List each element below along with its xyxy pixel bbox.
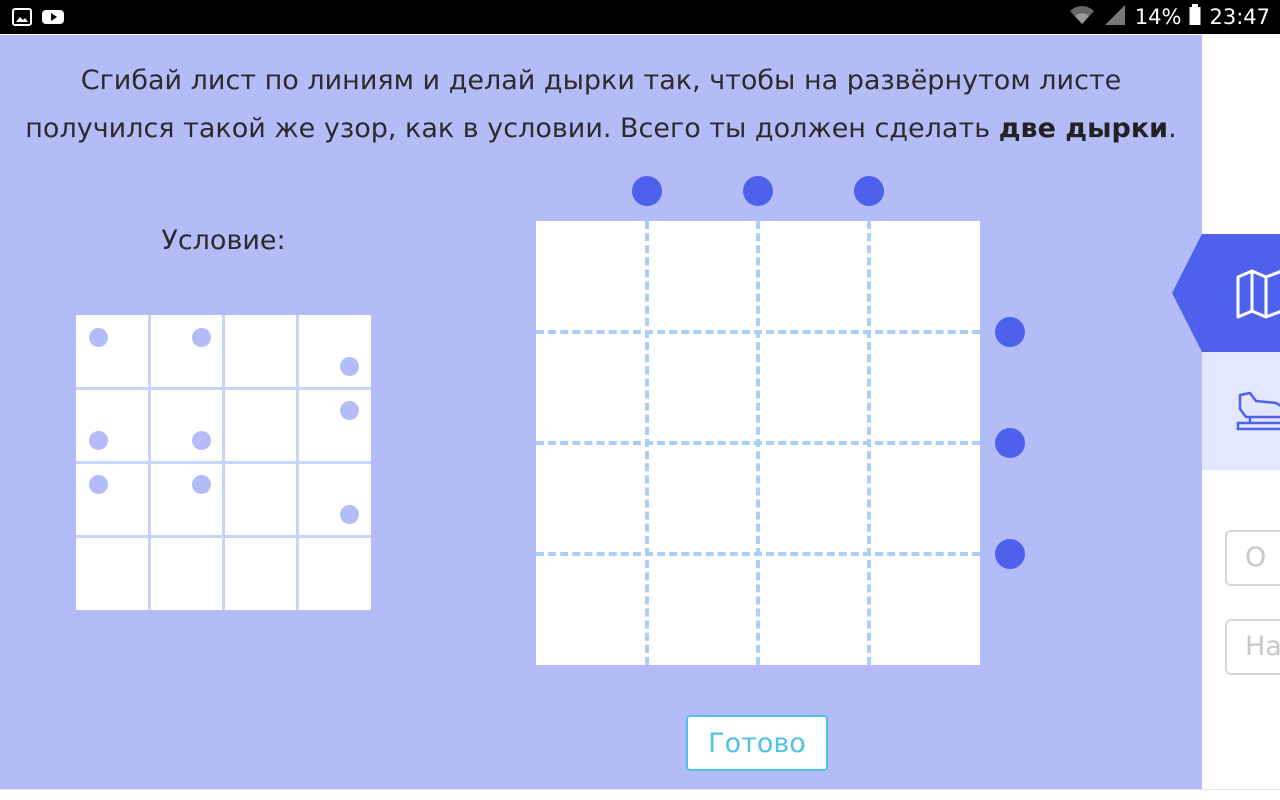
condition-hole xyxy=(339,357,359,377)
instruction-bold: две дырки xyxy=(998,113,1169,144)
condition-hole xyxy=(88,475,108,494)
condition-grid-vline xyxy=(295,315,299,610)
vertical-fold-handle[interactable] xyxy=(743,176,773,206)
map-icon xyxy=(1236,269,1280,323)
horizontal-fold-line xyxy=(536,552,980,556)
map-tab[interactable] xyxy=(1202,234,1280,352)
battery-icon xyxy=(1189,3,1201,31)
map-tab-arrow xyxy=(1172,234,1202,352)
status-bar: 14% 23:47 xyxy=(0,0,1280,34)
horizontal-fold-line xyxy=(536,441,980,445)
condition-hole xyxy=(339,504,359,524)
side-panel: О На xyxy=(1202,35,1280,790)
signal-icon xyxy=(1103,4,1127,31)
instruction-text: Сгибай лист по линиям и делай дырки так,… xyxy=(25,65,1122,144)
task-instruction: Сгибай лист по линиям и делай дырки так,… xyxy=(20,57,1182,153)
horizontal-fold-handle[interactable] xyxy=(995,539,1025,569)
instruction-end: . xyxy=(1168,113,1177,144)
side-button-1[interactable]: О xyxy=(1225,530,1280,586)
side-button-2[interactable]: На xyxy=(1225,619,1280,675)
hole-punch-icon xyxy=(1236,389,1280,437)
condition-hole xyxy=(88,431,108,450)
condition-hole xyxy=(88,327,108,347)
condition-hole xyxy=(192,475,211,494)
condition-hole xyxy=(339,401,359,421)
clock-time: 23:47 xyxy=(1209,5,1270,29)
bottom-divider xyxy=(0,789,1280,790)
horizontal-fold-handle[interactable] xyxy=(995,317,1025,347)
condition-hole xyxy=(192,327,211,347)
battery-percent: 14% xyxy=(1134,5,1182,29)
condition-grid-hline xyxy=(76,461,371,464)
paper-sheet[interactable] xyxy=(536,221,980,665)
done-button[interactable]: Готово xyxy=(686,715,828,771)
condition-label: Условие: xyxy=(161,225,286,256)
vertical-fold-handle[interactable] xyxy=(854,176,884,206)
wifi-icon xyxy=(1069,4,1095,31)
condition-hole xyxy=(192,431,211,450)
vertical-fold-handle[interactable] xyxy=(632,176,662,206)
horizontal-fold-line xyxy=(536,330,980,334)
gallery-icon xyxy=(12,8,32,26)
condition-grid-hline xyxy=(76,534,371,538)
task-area: Сгибай лист по линиям и делай дырки так,… xyxy=(0,35,1202,790)
horizontal-fold-handle[interactable] xyxy=(995,428,1025,458)
hole-punch-tab[interactable] xyxy=(1202,352,1280,470)
youtube-icon xyxy=(42,8,64,26)
condition-grid xyxy=(76,315,371,610)
